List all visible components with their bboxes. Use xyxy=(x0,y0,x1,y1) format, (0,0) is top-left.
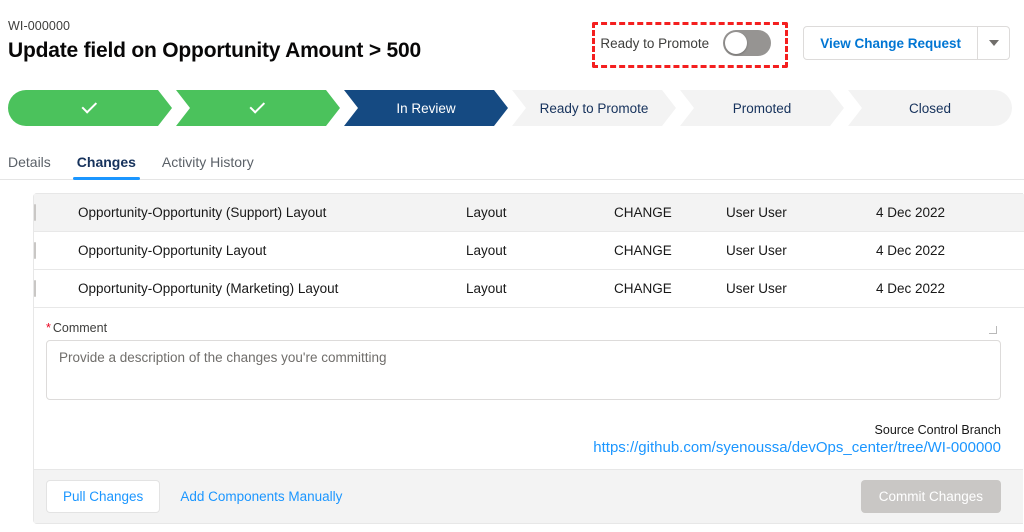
path-step-closed[interactable]: Closed xyxy=(848,90,1012,126)
pull-changes-button[interactable]: Pull Changes xyxy=(46,480,161,513)
view-change-request-button[interactable]: View Change Request xyxy=(803,26,978,60)
source-control-branch-label: Source Control Branch xyxy=(874,423,1001,437)
cell-user: User User xyxy=(726,269,876,308)
cell-operation: CHANGE xyxy=(614,269,726,308)
record-header: WI-000000 Update field on Opportunity Am… xyxy=(0,0,1024,86)
cell-type: Layout xyxy=(466,194,614,232)
comment-label-text: Comment xyxy=(52,321,108,335)
path-step-label: Promoted xyxy=(732,100,792,116)
cell-type: Layout xyxy=(466,269,614,308)
add-components-manually-link[interactable]: Add Components Manually xyxy=(180,489,342,504)
table-row[interactable]: Opportunity-Opportunity (Marketing) Layo… xyxy=(34,269,1024,308)
cell-component-name: Opportunity-Opportunity (Support) Layout xyxy=(78,194,466,232)
cell-date: 4 Dec 2022 xyxy=(876,194,1024,232)
card-footer: Pull Changes Add Components Manually Com… xyxy=(34,469,1023,523)
header-actions: Ready to Promote View Change Request xyxy=(584,22,1010,68)
comment-input[interactable] xyxy=(46,340,1001,400)
source-control-branch-link[interactable]: https://github.com/syenoussa/devOps_cent… xyxy=(593,439,1001,456)
source-control-branch: Source Control Branch https://github.com… xyxy=(34,417,1023,469)
required-asterisk: * xyxy=(46,321,51,335)
toggle-knob xyxy=(725,32,748,54)
cell-type: Layout xyxy=(466,231,614,270)
path-step-label: In Review xyxy=(396,100,456,116)
commit-changes-button[interactable]: Commit Changes xyxy=(860,480,1001,513)
ready-to-promote-label: Ready to Promote xyxy=(600,35,710,51)
cell-user: User User xyxy=(726,231,876,270)
check-icon xyxy=(250,98,266,114)
table-row[interactable]: Opportunity-Opportunity (Support) Layout… xyxy=(34,194,1024,232)
table-row[interactable]: Opportunity-Opportunity Layout Layout CH… xyxy=(34,231,1024,270)
tab-details[interactable]: Details xyxy=(8,154,51,179)
changes-panel: Opportunity-Opportunity (Support) Layout… xyxy=(33,193,1024,524)
path-step-ready-to-promote[interactable]: Ready to Promote xyxy=(512,90,676,126)
path-step-label: Closed xyxy=(908,100,952,116)
change-request-dropdown-button[interactable] xyxy=(978,26,1010,60)
cell-date: 4 Dec 2022 xyxy=(876,269,1024,308)
row-checkbox[interactable] xyxy=(34,280,36,297)
chevron-down-icon xyxy=(988,40,999,46)
cell-date: 4 Dec 2022 xyxy=(876,231,1024,270)
changes-table: Opportunity-Opportunity (Support) Layout… xyxy=(34,194,1024,308)
comment-label: * Comment xyxy=(46,321,1001,335)
cell-component-name: Opportunity-Opportunity (Marketing) Layo… xyxy=(78,269,466,308)
cell-user: User User xyxy=(726,194,876,232)
row-checkbox[interactable] xyxy=(34,204,36,221)
path-step-label: Ready to Promote xyxy=(539,100,649,116)
cell-operation: CHANGE xyxy=(614,231,726,270)
path-step-1[interactable] xyxy=(8,90,172,126)
change-request-button-group: View Change Request xyxy=(803,26,1010,60)
path-step-in-review[interactable]: In Review xyxy=(344,90,508,126)
path-step-2[interactable] xyxy=(176,90,340,126)
row-checkbox[interactable] xyxy=(34,242,36,259)
cell-operation: CHANGE xyxy=(614,194,726,232)
tab-activity-history[interactable]: Activity History xyxy=(162,154,254,179)
tab-changes[interactable]: Changes xyxy=(72,154,141,180)
status-path: In Review Ready to Promote Promoted Clos… xyxy=(8,90,1012,126)
ready-to-promote-toggle[interactable] xyxy=(723,30,772,56)
check-icon xyxy=(82,98,98,114)
comment-section: * Comment xyxy=(34,308,1023,417)
tab-bar: Details Changes Activity History xyxy=(0,140,1024,180)
cell-component-name: Opportunity-Opportunity Layout xyxy=(78,231,466,270)
path-step-promoted[interactable]: Promoted xyxy=(680,90,844,126)
ready-to-promote-control[interactable]: Ready to Promote xyxy=(584,22,789,68)
